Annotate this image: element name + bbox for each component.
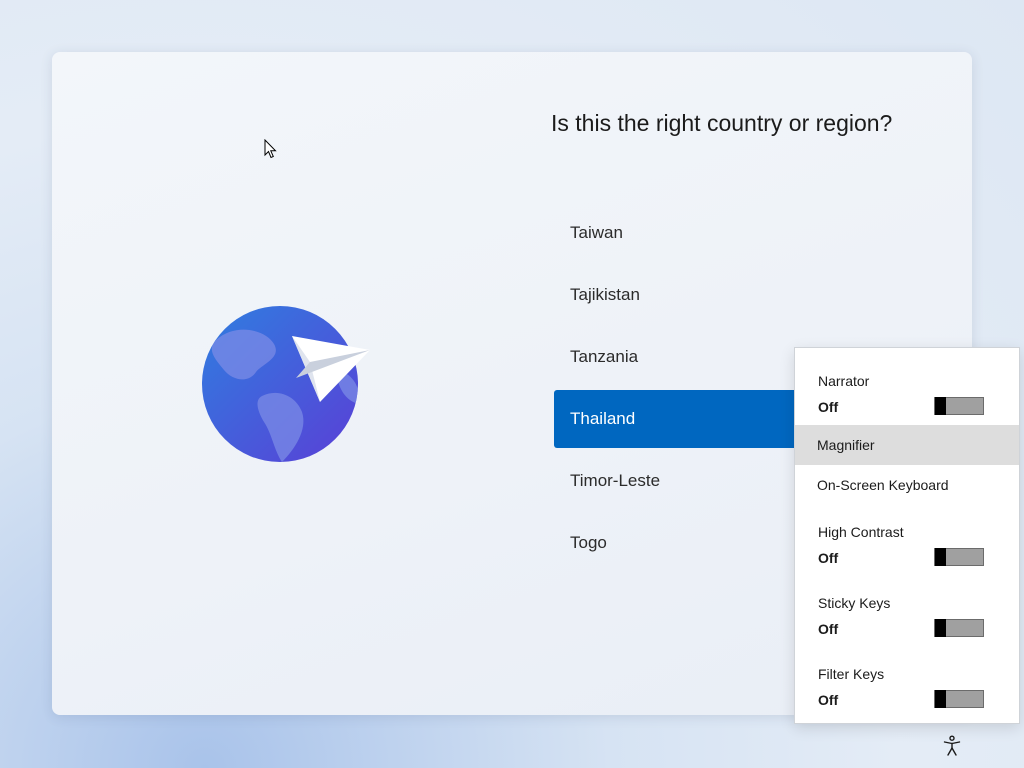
- sticky-keys-row[interactable]: Sticky Keys Off: [795, 578, 1019, 640]
- sticky-keys-toggle[interactable]: [934, 619, 984, 637]
- country-list: Taiwan Tajikistan Tanzania Thailand Timo…: [554, 204, 814, 576]
- toggle-thumb: [935, 690, 946, 708]
- list-item-country-selected[interactable]: Thailand: [554, 390, 814, 448]
- high-contrast-row[interactable]: High Contrast Off: [795, 507, 1019, 569]
- high-contrast-toggle[interactable]: [934, 548, 984, 566]
- high-contrast-label: High Contrast: [818, 524, 904, 540]
- toggle-thumb: [935, 619, 946, 637]
- narrator-toggle[interactable]: [934, 397, 984, 415]
- filter-keys-state: Off: [818, 692, 839, 708]
- sticky-keys-label: Sticky Keys: [818, 595, 891, 611]
- accessibility-flyout-menu: Narrator Off Magnifier On-Screen Keyboar…: [794, 347, 1020, 724]
- filter-keys-toggle[interactable]: [934, 690, 984, 708]
- filter-keys-row[interactable]: Filter Keys Off: [795, 649, 1019, 711]
- sticky-keys-state: Off: [818, 621, 839, 637]
- accessibility-icon[interactable]: [940, 734, 964, 758]
- filter-keys-label: Filter Keys: [818, 666, 885, 682]
- onscreen-keyboard-menu-item[interactable]: On-Screen Keyboard: [795, 465, 1019, 505]
- magnifier-menu-item[interactable]: Magnifier: [795, 425, 1019, 465]
- list-item-country[interactable]: Taiwan: [554, 204, 814, 262]
- globe-illustration: [202, 306, 370, 462]
- list-item-country[interactable]: Tanzania: [554, 328, 814, 386]
- page-title: Is this the right country or region?: [551, 110, 893, 136]
- toggle-thumb: [935, 397, 946, 415]
- mouse-cursor-icon: [264, 139, 277, 159]
- narrator-row[interactable]: Narrator Off: [795, 356, 1019, 418]
- narrator-label: Narrator: [818, 373, 870, 389]
- list-item-country[interactable]: Timor-Leste: [554, 452, 814, 510]
- high-contrast-state: Off: [818, 550, 839, 566]
- narrator-state: Off: [818, 399, 839, 415]
- list-item-country[interactable]: Tajikistan: [554, 266, 814, 324]
- list-item-country[interactable]: Togo: [554, 514, 814, 572]
- toggle-thumb: [935, 548, 946, 566]
